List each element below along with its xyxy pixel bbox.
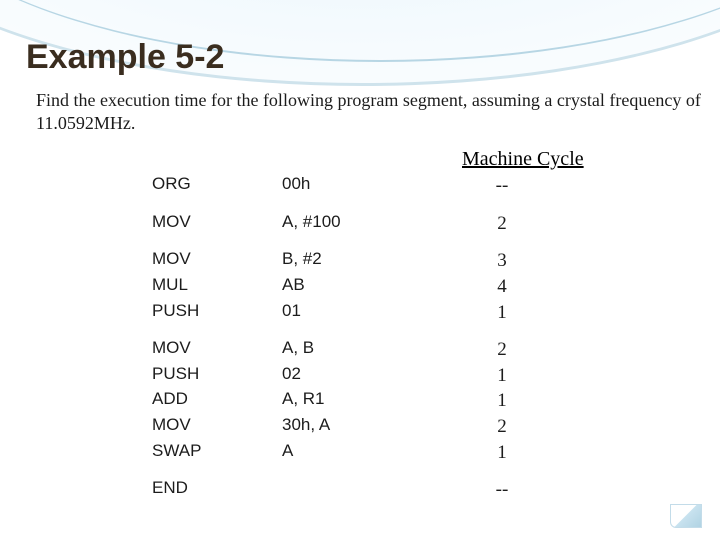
table-row: MOVA, #1002 [152, 211, 542, 237]
operand-cell: A [282, 440, 462, 466]
mnemonic-cell: MOV [152, 248, 282, 274]
operand-cell: 01 [282, 300, 462, 326]
operand-cell: 00h [282, 173, 462, 199]
mnemonic-cell: PUSH [152, 300, 282, 326]
table-row: ADDA, R11 [152, 388, 542, 414]
table-row: ORG00h-- [152, 173, 542, 199]
operand-cell: A, B [282, 337, 462, 363]
page-curl-decor [670, 504, 702, 528]
mnemonic-cell: END [152, 477, 282, 503]
mnemonic-cell: MOV [152, 414, 282, 440]
cycle-cell: 2 [462, 211, 542, 237]
operand-cell: 02 [282, 363, 462, 389]
group-spacer [152, 199, 542, 211]
mnemonic-cell: MOV [152, 211, 282, 237]
operand-cell: A, R1 [282, 388, 462, 414]
cycle-cell: 3 [462, 248, 542, 274]
cycle-cell: 1 [462, 363, 542, 389]
cycle-cell: 2 [462, 414, 542, 440]
group-spacer [152, 325, 542, 337]
problem-statement: Find the execution time for the followin… [36, 89, 702, 134]
mnemonic-cell: SWAP [152, 440, 282, 466]
group-spacer [152, 465, 542, 477]
group-spacer [152, 236, 542, 248]
operand-cell: AB [282, 274, 462, 300]
operand-cell: B, #2 [282, 248, 462, 274]
table-row: MULAB4 [152, 274, 542, 300]
mnemonic-cell: ADD [152, 388, 282, 414]
table-row: MOVB, #23 [152, 248, 542, 274]
table-row: END -- [152, 477, 542, 503]
table-row: SWAPA1 [152, 440, 542, 466]
cycle-cell: 2 [462, 337, 542, 363]
table-row: PUSH011 [152, 300, 542, 326]
cycle-cell: -- [462, 477, 542, 503]
cycle-cell: 4 [462, 274, 542, 300]
table-row: MOV 30h, A2 [152, 414, 542, 440]
mnemonic-cell: PUSH [152, 363, 282, 389]
code-table-wrap: Machine Cycle ORG00h--MOVA, #1002MOVB, #… [152, 148, 702, 503]
cycle-cell: 1 [462, 440, 542, 466]
cycle-cell: 1 [462, 388, 542, 414]
slide-content: Example 5-2 Find the execution time for … [0, 0, 720, 503]
slide-title: Example 5-2 [26, 38, 702, 77]
cycle-cell: 1 [462, 300, 542, 326]
table-row: PUSH 021 [152, 363, 542, 389]
machine-cycle-header: Machine Cycle [462, 148, 702, 171]
operand-cell [282, 477, 462, 503]
cycle-cell: -- [462, 173, 542, 199]
mnemonic-cell: ORG [152, 173, 282, 199]
mnemonic-cell: MUL [152, 274, 282, 300]
operand-cell: A, #100 [282, 211, 462, 237]
operand-cell: 30h, A [282, 414, 462, 440]
table-row: MOV A, B2 [152, 337, 542, 363]
mnemonic-cell: MOV [152, 337, 282, 363]
code-table: ORG00h--MOVA, #1002MOVB, #23MULAB4PUSH01… [152, 173, 542, 503]
